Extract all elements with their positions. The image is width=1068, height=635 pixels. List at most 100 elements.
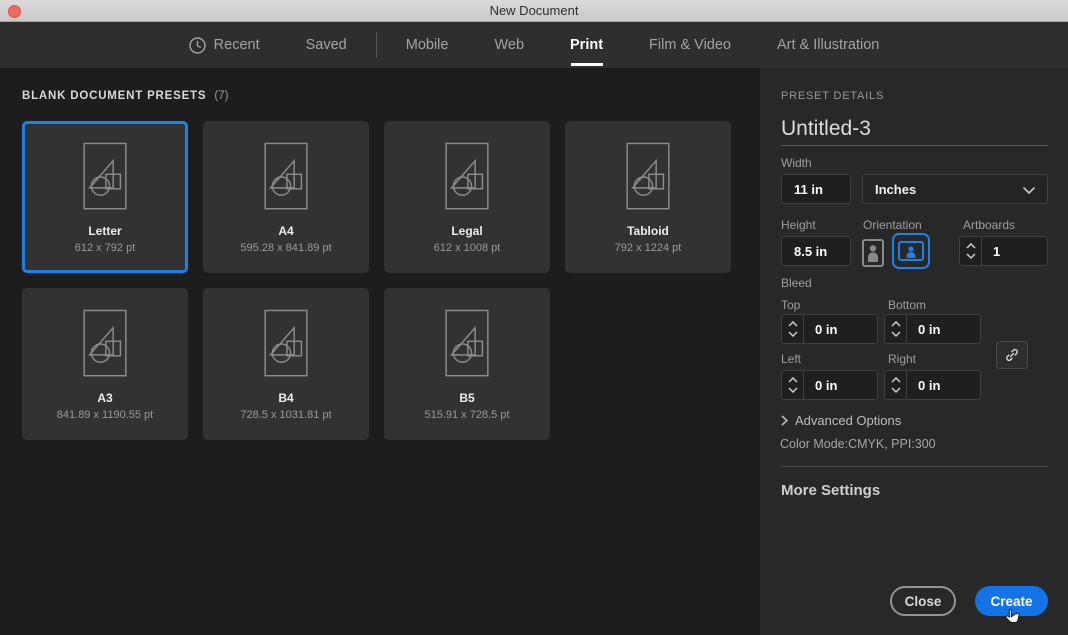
chevron-down-icon [966, 253, 976, 259]
bleed-bottom-value[interactable]: 0 in [907, 315, 980, 343]
orientation-label: Orientation [863, 218, 922, 232]
preset-details-panel: PRESET DETAILS Width 11 in Inches Height… [760, 68, 1068, 635]
blank-document-icon [619, 140, 677, 216]
tab-separator [376, 32, 377, 58]
preset-card-a4[interactable]: A4595.28 x 841.89 pt [203, 121, 369, 273]
tab-label: Web [494, 37, 524, 53]
blank-document-icon [76, 140, 134, 216]
tab-label: Recent [214, 37, 260, 53]
preset-dimensions: 612 x 1008 pt [434, 242, 501, 254]
link-icon [1004, 347, 1020, 363]
bleed-bottom-stepper: 0 in [884, 314, 981, 344]
preset-dimensions: 515.91 x 728.5 pt [424, 409, 509, 421]
window-title: New Document [490, 3, 579, 18]
preset-name: Legal [451, 224, 482, 238]
dialog-content: BLANK DOCUMENT PRESETS (7) Letter 612 x 7… [0, 68, 1068, 635]
units-dropdown[interactable]: Inches [862, 174, 1048, 204]
preset-card-grid: Letter612 x 792 ptA4595.28 x 841.89 ptLe… [22, 121, 731, 440]
preset-card-b5[interactable]: B5 515.91 x 728.5 pt [384, 288, 550, 440]
preset-card-b4[interactable]: B4728.5 x 1031.81 pt [203, 288, 369, 440]
bleed-top-arrows[interactable] [782, 315, 804, 343]
blank-document-icon [438, 140, 496, 216]
units-value: Inches [875, 182, 916, 197]
orientation-landscape-button[interactable] [892, 233, 930, 269]
bleed-right-label: Right [888, 352, 916, 366]
tab-print[interactable]: Print [547, 22, 626, 68]
titlebar: New Document [0, 0, 1068, 22]
tab-saved[interactable]: Saved [283, 22, 370, 68]
bleed-link-button[interactable] [996, 341, 1028, 369]
width-value: 11 in [794, 182, 823, 197]
width-input[interactable]: 11 in [781, 174, 851, 204]
height-label: Height [781, 218, 816, 232]
preset-card-legal[interactable]: Legal 612 x 1008 pt [384, 121, 550, 273]
bleed-bottom-arrows[interactable] [885, 315, 907, 343]
height-value: 8.5 in [794, 244, 827, 259]
tab-recent[interactable]: Recent [166, 22, 283, 68]
presets-panel: BLANK DOCUMENT PRESETS (7) Letter 612 x 7… [0, 68, 760, 635]
tab-web[interactable]: Web [471, 22, 547, 68]
preset-name: Tabloid [627, 224, 669, 238]
blank-document-icon [438, 307, 496, 383]
preset-card-tabloid[interactable]: Tabloid 792 x 1224 pt [565, 121, 731, 273]
landscape-icon [898, 241, 924, 261]
new-document-dialog: New Document Recent Saved Mobile Web Print Fi… [0, 0, 1068, 635]
preset-dimensions: 792 x 1224 pt [615, 242, 682, 254]
window-close-button[interactable] [8, 5, 21, 18]
tab-film-video[interactable]: Film & Video [626, 22, 754, 68]
create-button[interactable]: Create [975, 586, 1048, 616]
preset-name: A3 [97, 391, 112, 405]
tab-mobile[interactable]: Mobile [383, 22, 472, 68]
document-name-input[interactable] [781, 112, 1048, 146]
advanced-options-toggle[interactable]: Advanced Options [781, 413, 901, 428]
preset-name: B4 [278, 391, 293, 405]
width-label: Width [781, 156, 812, 170]
bleed-left-arrows[interactable] [782, 371, 804, 399]
preset-card-a3[interactable]: A3 841.89 x 1190.55 pt [22, 288, 188, 440]
presets-heading: BLANK DOCUMENT PRESETS [22, 90, 206, 102]
preset-dimensions: 612 x 792 pt [75, 242, 136, 254]
chevron-up-icon [966, 243, 976, 249]
bleed-left-stepper: 0 in [781, 370, 878, 400]
artboards-label: Artboards [963, 218, 1015, 232]
artboards-stepper-arrows[interactable] [960, 237, 982, 265]
blank-document-icon [76, 307, 134, 383]
bleed-left-label: Left [781, 352, 801, 366]
bleed-right-stepper: 0 in [884, 370, 981, 400]
details-divider [781, 466, 1048, 467]
advanced-options-label: Advanced Options [795, 413, 901, 428]
chevron-down-icon [1023, 182, 1035, 197]
clock-icon [189, 37, 206, 54]
tab-label: Art & Illustration [777, 37, 879, 53]
bleed-label: Bleed [781, 276, 812, 290]
tab-label: Print [570, 37, 603, 53]
preset-details-heading: PRESET DETAILS [781, 90, 884, 102]
chevron-right-icon [781, 415, 788, 426]
orientation-portrait-button[interactable] [860, 237, 886, 269]
preset-dimensions: 595.28 x 841.89 pt [240, 242, 331, 254]
preset-card-letter[interactable]: Letter 612 x 792 pt [22, 121, 188, 273]
blank-document-icon [257, 140, 315, 216]
close-button[interactable]: Close [890, 586, 956, 616]
bleed-bottom-label: Bottom [888, 298, 926, 312]
artboards-value[interactable]: 1 [982, 237, 1047, 265]
presets-header: BLANK DOCUMENT PRESETS (7) [22, 90, 228, 102]
more-settings-link[interactable]: More Settings [781, 482, 880, 499]
blank-document-icon [257, 307, 315, 383]
bleed-left-value[interactable]: 0 in [804, 371, 877, 399]
bleed-right-value[interactable]: 0 in [907, 371, 980, 399]
bleed-top-label: Top [781, 298, 800, 312]
tab-label: Film & Video [649, 37, 731, 53]
color-mode-summary: Color Mode:CMYK, PPI:300 [780, 437, 936, 451]
bleed-top-value[interactable]: 0 in [804, 315, 877, 343]
portrait-icon [862, 239, 884, 267]
tab-label: Saved [306, 37, 347, 53]
presets-count: (7) [214, 90, 228, 102]
height-input[interactable]: 8.5 in [781, 236, 851, 266]
bleed-right-arrows[interactable] [885, 371, 907, 399]
preset-dimensions: 841.89 x 1190.55 pt [57, 409, 153, 421]
tab-label: Mobile [406, 37, 449, 53]
tab-art-illustration[interactable]: Art & Illustration [754, 22, 902, 68]
preset-name: Letter [88, 224, 121, 238]
preset-name: B5 [459, 391, 474, 405]
